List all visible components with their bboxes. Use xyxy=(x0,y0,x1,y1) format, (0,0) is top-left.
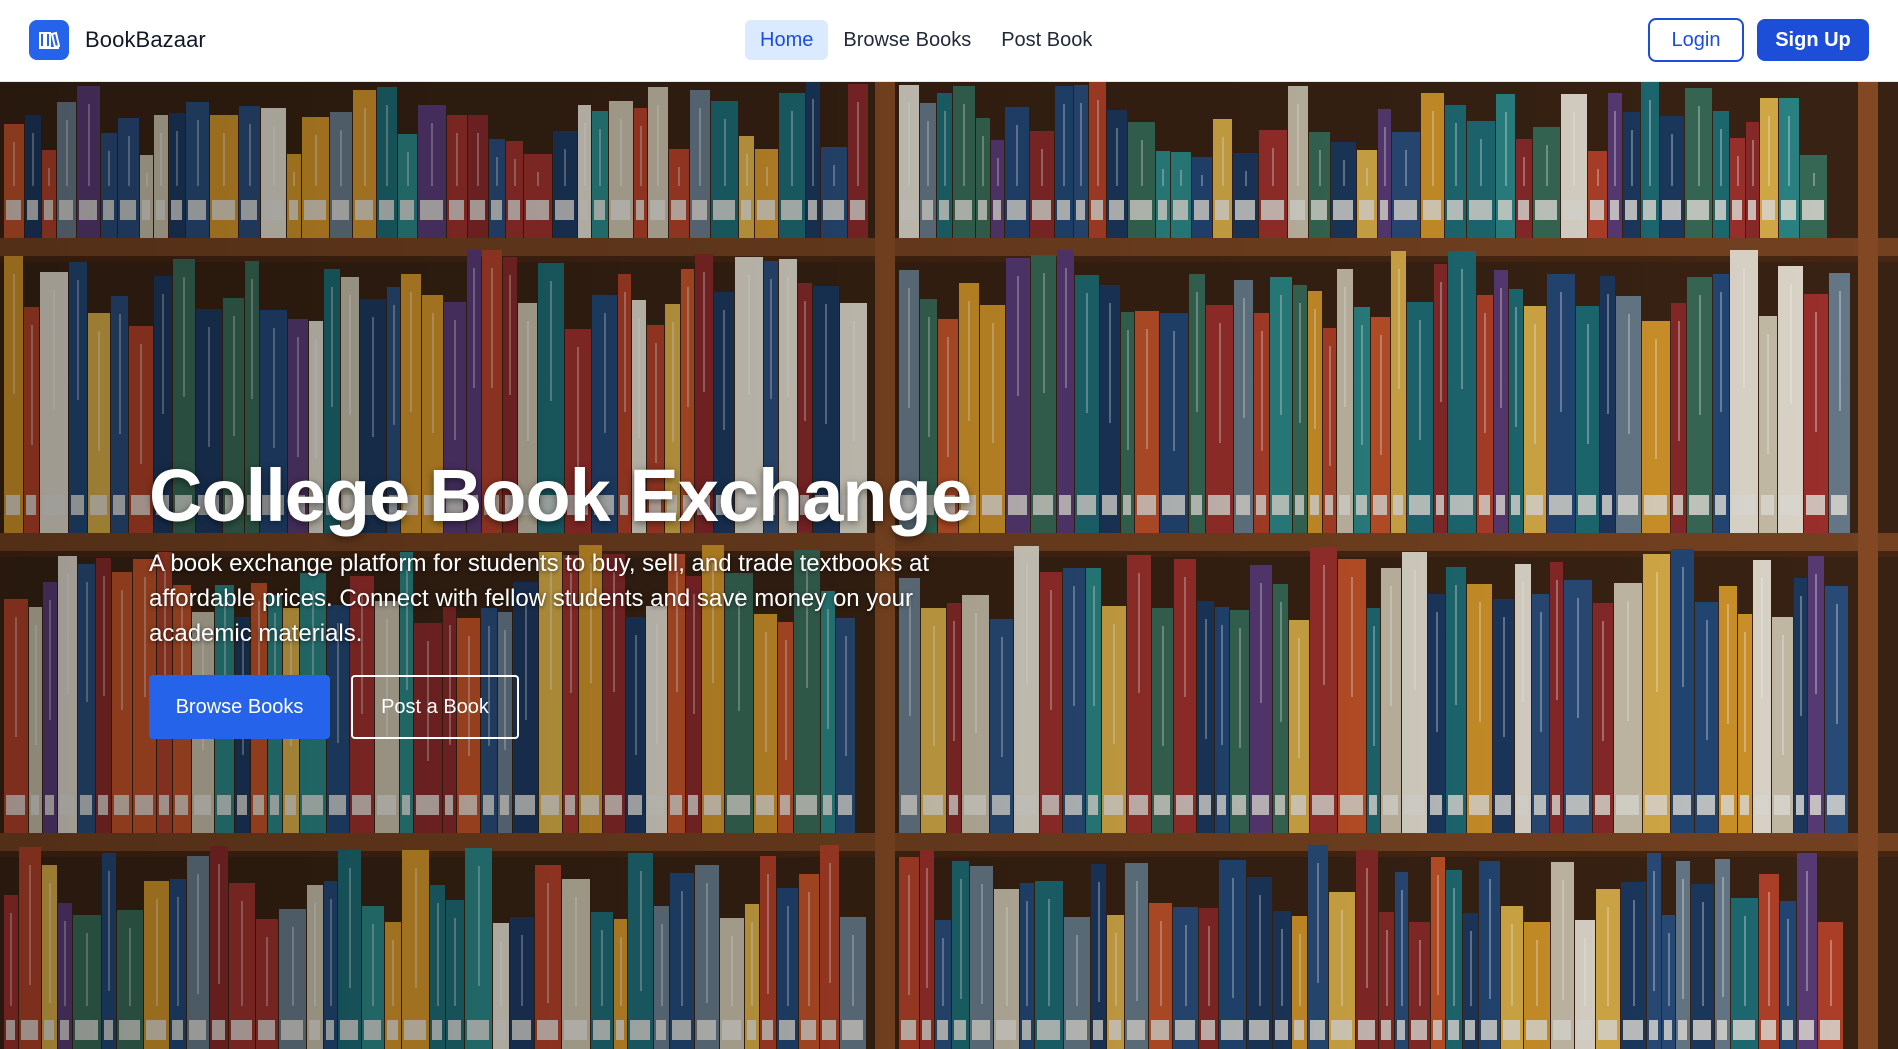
browse-books-button[interactable]: Browse Books xyxy=(149,675,330,739)
post-a-book-button[interactable]: Post a Book xyxy=(351,675,519,739)
book-library-icon xyxy=(29,20,69,60)
nav-home[interactable]: Home xyxy=(745,20,829,60)
signup-button[interactable]: Sign Up xyxy=(1757,19,1869,61)
hero-description: A book exchange platform for students to… xyxy=(149,550,930,647)
hero-title: College Book Exchange xyxy=(149,454,972,537)
login-button[interactable]: Login xyxy=(1648,18,1744,62)
brand-name: BookBazaar xyxy=(85,27,206,52)
hero-actions: Browse Books Post a Book xyxy=(149,675,1049,739)
hero-content: College Book Exchange A book exchange pl… xyxy=(149,452,1049,739)
nav-browse-books[interactable]: Browse Books xyxy=(828,20,986,60)
top-navbar: BookBazaar Home Browse Books Post Book L… xyxy=(0,0,1898,82)
nav-post-book[interactable]: Post Book xyxy=(986,20,1107,60)
main-nav: Home Browse Books Post Book xyxy=(745,20,1107,60)
auth-actions: Login Sign Up xyxy=(1648,18,1869,62)
brand[interactable]: BookBazaar xyxy=(29,20,206,60)
hero-section: College Book Exchange A book exchange pl… xyxy=(0,82,1898,1049)
